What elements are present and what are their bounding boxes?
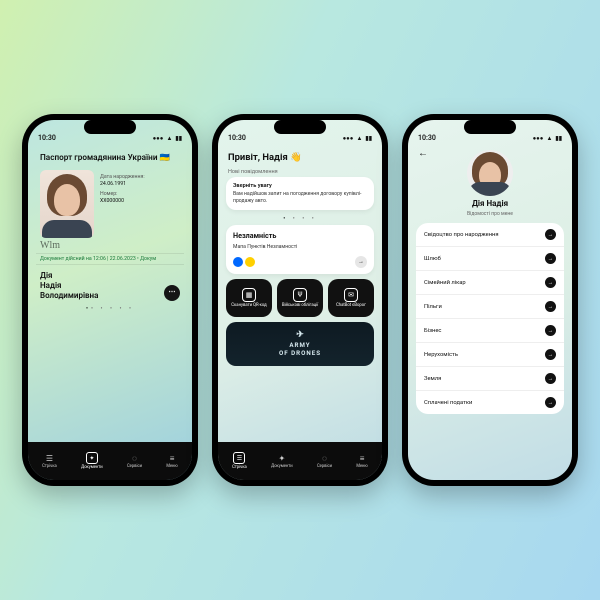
avatar[interactable] xyxy=(467,150,513,196)
tile-military-bonds[interactable]: ΨВійськові облігації xyxy=(277,279,323,317)
list-item[interactable]: Нерухомість→ xyxy=(416,343,564,367)
nav-menu[interactable]: ≡Меню xyxy=(166,454,177,469)
status-icons: ●●●▲▮▮ xyxy=(343,135,372,142)
passport-card[interactable]: Паспорт громадянина України 🇺🇦 Дата наро… xyxy=(28,144,192,442)
arrow-icon: → xyxy=(545,397,556,408)
arrow-icon: → xyxy=(545,373,556,384)
arrow-icon: → xyxy=(545,325,556,336)
nav-documents[interactable]: ✦Документи xyxy=(81,452,102,470)
list-item[interactable]: Сплачені податки→ xyxy=(416,391,564,414)
dob-value: 24.06.1991 xyxy=(100,181,145,188)
arrow-icon: → xyxy=(545,229,556,240)
more-button[interactable]: ⋯ xyxy=(164,285,180,301)
number-label: Номер: xyxy=(100,191,145,198)
notice-card[interactable]: Зверніть увагу Вам надійшов запит на пог… xyxy=(226,177,374,210)
notice-dots[interactable]: • • • • xyxy=(226,215,374,225)
invincibility-title: Незламність xyxy=(233,231,367,240)
nav-feed[interactable]: ☰Стрічка xyxy=(232,452,247,470)
arrow-icon: → xyxy=(545,253,556,264)
phone-home: 10:30 ●●●▲▮▮ Привіт, Надія 👋 Нові повідо… xyxy=(212,114,388,486)
nav-services[interactable]: ◌Сервіси xyxy=(127,454,142,469)
list-item[interactable]: Пільги→ xyxy=(416,295,564,319)
holder-name: Дія Надія Володимирівна xyxy=(40,271,98,301)
greeting: Привіт, Надія 👋 xyxy=(226,148,374,167)
validity-ticker: Документ дійсний на 12:06 | 22.06.2023 •… xyxy=(36,253,184,265)
notice-body: Вам надійшов запит на погодження договор… xyxy=(233,191,367,204)
signature: Wlm xyxy=(36,238,184,253)
drone-icon: ✈ xyxy=(296,330,304,340)
passport-title: Паспорт громадянина України 🇺🇦 xyxy=(36,148,184,168)
nav-services[interactable]: ◌Сервіси xyxy=(317,454,332,469)
profile-content: ← Дія Надія Відомості про мене Свідоцтво… xyxy=(408,144,572,480)
phone-profile: 10:30 ●●●▲▮▮ ← Дія Надія Відомості про м… xyxy=(402,114,578,486)
arrow-icon: → xyxy=(545,349,556,360)
bottom-nav: ☰Стрічка ✦Документи ◌Сервіси ≡Меню xyxy=(28,442,192,480)
list-item[interactable]: Земля→ xyxy=(416,367,564,391)
list-item[interactable]: Свідоцтво про народження→ xyxy=(416,223,564,247)
tile-qr-scan[interactable]: ▦Сканувати QR-код xyxy=(226,279,272,317)
info-list: Свідоцтво про народження→ Шлюб→ Сімейний… xyxy=(416,223,564,414)
list-item[interactable]: Сімейний лікар→ xyxy=(416,271,564,295)
phone-passport: 10:30 ●●●▲▮▮ Паспорт громадянина України… xyxy=(22,114,198,486)
status-icons: ●●●▲▮▮ xyxy=(533,135,562,142)
page-dots[interactable]: •• • • • • xyxy=(36,301,184,312)
screen: 10:30 ●●●▲▮▮ Привіт, Надія 👋 Нові повідо… xyxy=(218,120,382,480)
chat-icon: ✉ xyxy=(344,288,358,302)
list-item[interactable]: Шлюб→ xyxy=(416,247,564,271)
arrow-icon[interactable]: → xyxy=(355,256,367,268)
profile-subtitle: Відомості про мене xyxy=(467,211,513,217)
status-time: 10:30 xyxy=(228,134,246,142)
army-of-drones-banner[interactable]: ✈ ARMY OF DRONES xyxy=(226,322,374,366)
notch xyxy=(274,120,326,134)
status-time: 10:30 xyxy=(38,134,56,142)
screen: 10:30 ●●●▲▮▮ Паспорт громадянина України… xyxy=(28,120,192,480)
notch xyxy=(464,120,516,134)
dob-label: Дата народження: xyxy=(100,174,145,181)
back-button[interactable]: ← xyxy=(418,148,428,159)
nav-menu[interactable]: ≡Меню xyxy=(356,454,367,469)
trident-icon: Ψ xyxy=(293,288,307,302)
number-value: XX000000 xyxy=(100,198,145,205)
qr-icon: ▦ xyxy=(242,288,256,302)
passport-photo xyxy=(40,170,94,238)
new-messages-label: Нові повідомлення xyxy=(226,167,374,177)
status-icons: ●●●▲▮▮ xyxy=(153,135,182,142)
screen: 10:30 ●●●▲▮▮ ← Дія Надія Відомості про м… xyxy=(408,120,572,480)
notice-title: Зверніть увагу xyxy=(233,183,367,189)
tile-chatbot[interactable]: ✉ChatBot єВорог xyxy=(328,279,374,317)
notch xyxy=(84,120,136,134)
arrow-icon: → xyxy=(545,301,556,312)
list-item[interactable]: Бізнес→ xyxy=(416,319,564,343)
invincibility-icons xyxy=(233,257,255,267)
quick-tiles: ▦Сканувати QR-код ΨВійськові облігації ✉… xyxy=(226,279,374,317)
bottom-nav: ☰Стрічка ✦Документи ◌Сервіси ≡Меню xyxy=(218,442,382,480)
arrow-icon: → xyxy=(545,277,556,288)
profile-name: Дія Надія xyxy=(472,199,508,208)
nav-documents[interactable]: ✦Документи xyxy=(271,454,292,469)
invincibility-card[interactable]: Незламність Мапа Пунктів Незламності → xyxy=(226,225,374,274)
nav-feed[interactable]: ☰Стрічка xyxy=(42,454,57,469)
status-time: 10:30 xyxy=(418,134,436,142)
invincibility-subtitle: Мапа Пунктів Незламності xyxy=(233,244,367,251)
passport-meta: Дата народження: 24.06.1991 Номер: XX000… xyxy=(100,170,145,238)
home-content: Привіт, Надія 👋 Нові повідомлення Зверні… xyxy=(218,144,382,442)
